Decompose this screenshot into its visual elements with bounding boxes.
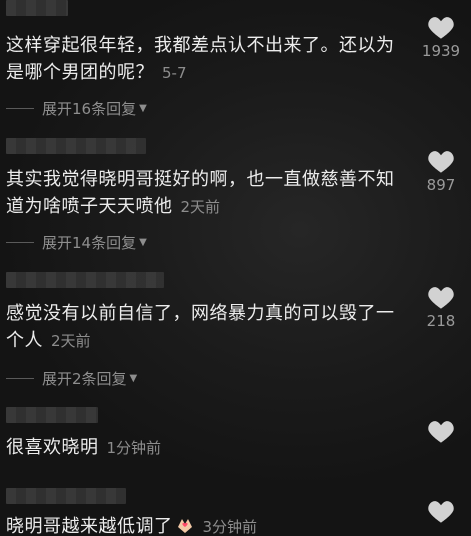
like-count: 897 [426, 176, 456, 194]
caret-down-icon: ▼ [139, 102, 147, 114]
heart-icon [428, 501, 454, 523]
expand-replies-label: 展开2条回复 [42, 369, 127, 388]
like-button[interactable]: 218 [411, 284, 471, 330]
comment-time: 5-7 [162, 64, 187, 82]
username-blurred[interactable] [6, 488, 126, 504]
like-count: 218 [426, 312, 456, 330]
like-button[interactable]: 897 [411, 148, 471, 194]
comment-text: 这样穿起很年轻，我都差点认不出来了。还以为是哪个男团的呢？ 5-7 [6, 35, 395, 83]
heart-icon [428, 17, 454, 39]
username-blurred[interactable] [6, 407, 98, 423]
caret-down-icon: ▼ [129, 372, 138, 384]
expand-replies-button[interactable]: 展开14条回复 ▼ [6, 232, 147, 252]
heart-icon [428, 287, 454, 309]
heart-hands-emoji [177, 519, 192, 533]
comment-time: 2天前 [51, 332, 91, 350]
username-blurred[interactable] [6, 272, 164, 288]
expand-replies-button[interactable]: 展开16条回复 ▼ [6, 98, 147, 118]
heart-icon [428, 151, 454, 173]
comment-text: 很喜欢晓明 1分钟前 [6, 437, 162, 458]
like-button[interactable] [411, 498, 471, 526]
expand-replies-label: 展开16条回复 [42, 99, 137, 118]
like-count: 1939 [421, 42, 461, 60]
comment-time: 3分钟前 [202, 518, 258, 536]
divider [6, 241, 34, 243]
comment-time: 1分钟前 [106, 439, 162, 457]
username-blurred[interactable] [6, 0, 68, 16]
divider [6, 377, 34, 379]
comment-time: 2天前 [180, 198, 221, 216]
comment-text: 感觉没有以前自信了，网络暴力真的可以毁了一个人 2天前 [6, 303, 395, 351]
like-button[interactable] [411, 418, 471, 446]
heart-icon [428, 421, 454, 443]
comment-text: 其实我觉得晓明哥挺好的啊，也一直做慈善不知道为啥喷子天天喷他 2天前 [6, 169, 395, 217]
caret-down-icon: ▼ [139, 236, 147, 248]
expand-replies-label: 展开14条回复 [42, 233, 137, 252]
comment-text: 晓明哥越来越低调了 3分钟前 [6, 516, 258, 536]
divider [6, 107, 34, 109]
like-button[interactable]: 1939 [411, 14, 471, 60]
username-blurred[interactable] [6, 138, 146, 154]
expand-replies-button[interactable]: 展开2条回复 ▼ [6, 368, 137, 388]
comment-list: 这样穿起很年轻，我都差点认不出来了。还以为是哪个男团的呢？ 5-7 1939 展开… [0, 0, 471, 536]
